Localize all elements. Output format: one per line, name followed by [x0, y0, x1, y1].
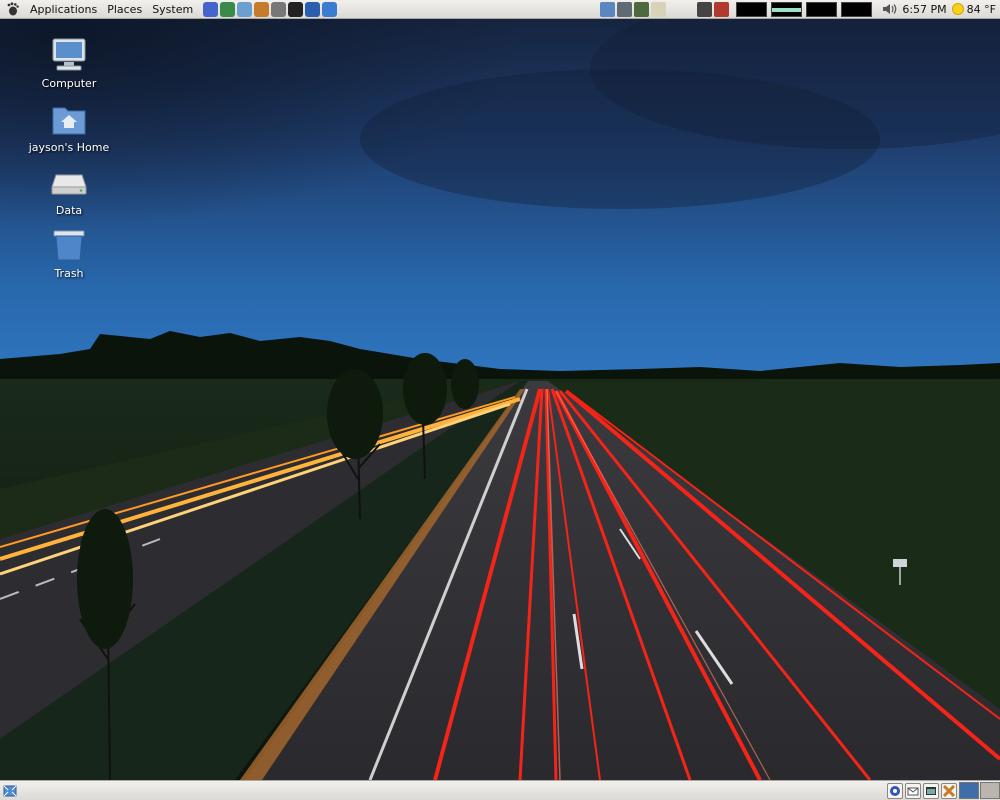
places-menu[interactable]: Places: [102, 0, 147, 19]
bottom-panel: [0, 780, 1000, 800]
desktop-icon-label: jayson's Home: [28, 141, 110, 154]
system-menu[interactable]: System: [147, 0, 198, 19]
applications-menu[interactable]: Applications: [25, 0, 102, 19]
inkscape-pen-icon[interactable]: [271, 1, 287, 17]
wallpaper-highway-night: [0, 19, 1000, 780]
skype-icon[interactable]: [305, 1, 321, 17]
help-icon[interactable]: [203, 1, 219, 17]
volume-icon[interactable]: [882, 2, 897, 17]
office-cross-icon[interactable]: [254, 1, 270, 17]
desktop-icon-label: Data: [55, 204, 83, 217]
file-manager-icon[interactable]: [600, 1, 616, 17]
launcher-bar: [202, 1, 338, 17]
drive-icon: [49, 162, 89, 202]
desktop-icon-data[interactable]: Data: [24, 162, 114, 217]
tray-mail-icon[interactable]: [905, 782, 921, 799]
terminal-icon[interactable]: [288, 1, 304, 17]
home-folder-icon: [49, 99, 89, 139]
weather-applet[interactable]: 84 °F: [951, 2, 996, 16]
calculator-icon[interactable]: [634, 1, 650, 17]
desktop-icon-label: Trash: [54, 267, 84, 280]
top-panel: Applications Places System 6:57 PM 84 °F: [0, 0, 1000, 19]
desktop-icon-computer[interactable]: Computer: [24, 35, 114, 90]
web-browser-globe-icon[interactable]: [220, 1, 236, 17]
monitor-icon[interactable]: [617, 1, 633, 17]
temperature-label: 84 °F: [966, 2, 996, 16]
applet-group: [599, 1, 730, 17]
lock-screen-icon[interactable]: [697, 1, 713, 17]
load-monitor-graph: [841, 1, 873, 17]
desktop-icon-label: Computer: [41, 77, 97, 90]
cpu-monitor-graph: [736, 1, 768, 17]
clock[interactable]: 6:57 PM: [902, 3, 946, 16]
workspace-2[interactable]: [980, 782, 1000, 799]
system-monitor[interactable]: [734, 1, 874, 17]
tray-office-icon[interactable]: [941, 782, 957, 799]
sun-icon: [951, 3, 964, 15]
gnome-foot-icon[interactable]: [6, 2, 20, 16]
email-client-icon[interactable]: [237, 1, 253, 17]
main-menu-bar: Applications Places System: [0, 0, 198, 19]
memory-monitor-graph: [771, 1, 803, 17]
trash-icon: [49, 225, 89, 265]
logout-icon[interactable]: [714, 1, 730, 17]
desktop-icon-trash[interactable]: Trash: [24, 225, 114, 280]
workspace-1[interactable]: [959, 782, 979, 799]
instant-messenger-icon[interactable]: [322, 1, 338, 17]
notification-area: 6:57 PM 84 °F: [599, 0, 1000, 19]
text-editor-icon[interactable]: [651, 1, 667, 17]
network-monitor-graph: [806, 1, 838, 17]
show-desktop-button[interactable]: [2, 783, 18, 799]
computer-icon: [49, 35, 89, 75]
tray-app-icon[interactable]: [887, 782, 903, 799]
desktop[interactable]: Computer jayson's Home Data Trash: [0, 19, 1000, 780]
bottom-tray: [886, 781, 1000, 800]
tray-window-icon[interactable]: [923, 782, 939, 799]
desktop-icon-home[interactable]: jayson's Home: [24, 99, 114, 154]
